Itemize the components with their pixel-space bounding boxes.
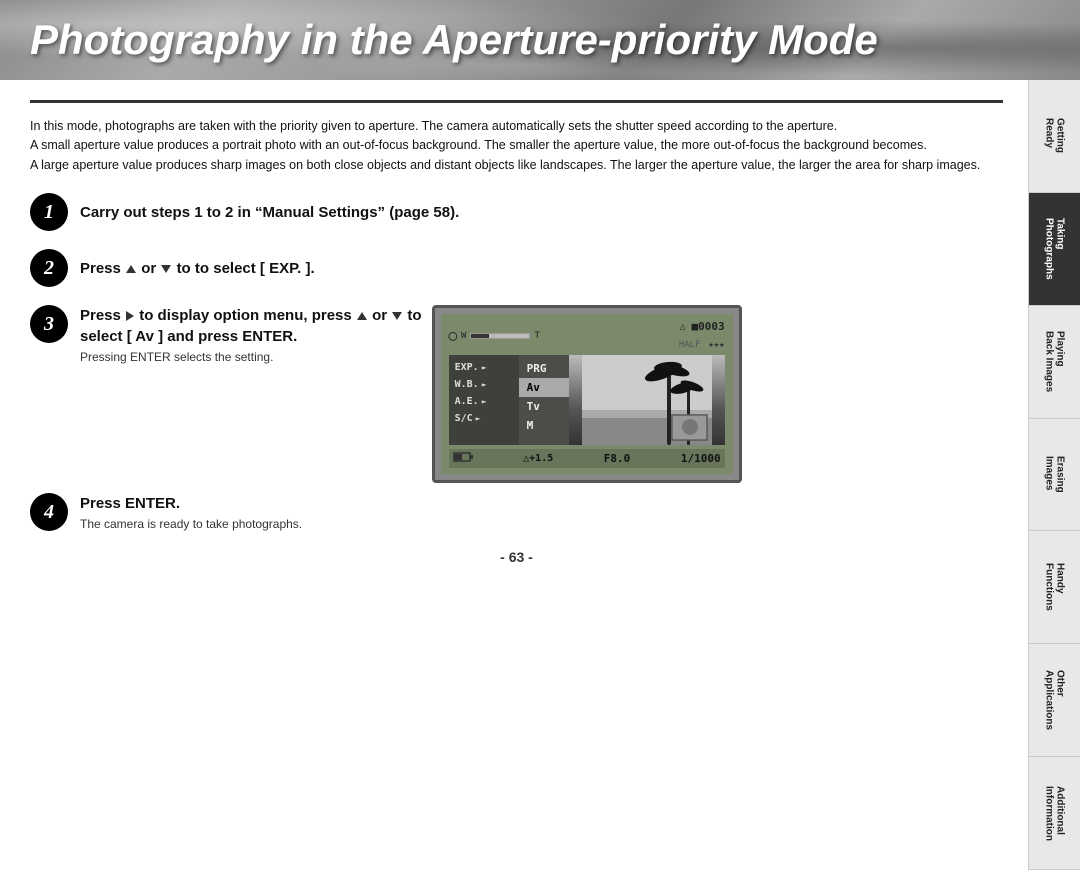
lcd-photo-area [569, 355, 725, 445]
intro-line2: A small aperture value produces a portra… [30, 136, 1003, 155]
title-area: Photography in the Aperture-priority Mod… [0, 0, 1080, 80]
step-2-text: Press or to to select [ EXP. ]. [80, 260, 315, 277]
lcd-top-bar: ◯ W T △ ■0003 [449, 320, 725, 351]
lcd-menu-sc: S/C [455, 413, 473, 424]
lcd-stars: HALF ★★★ [679, 336, 725, 351]
top-border [30, 100, 1003, 103]
lcd-flash-indicator: △ [680, 322, 685, 332]
lcd-menu-col1: EXP. ► W.B. ► A.E. ► [449, 355, 519, 445]
step-2-press: Press [80, 260, 121, 277]
lcd-menu-wb-arrow: ► [482, 380, 487, 389]
sidebar-tab-playing-back-label: PlayingBack Images [1044, 331, 1066, 392]
lcd-aperture: F8.0 [604, 452, 631, 465]
lcd-screen: ◯ W T △ ■0003 [441, 314, 733, 474]
step-1: 1 Carry out steps 1 to 2 in “Manual Sett… [30, 193, 1003, 231]
step-1-number: 1 [30, 193, 68, 231]
step-1-content: Carry out steps 1 to 2 in “Manual Settin… [80, 202, 1003, 223]
sidebar-tab-playing-back[interactable]: PlayingBack Images [1029, 306, 1080, 419]
step-2-to: to [177, 260, 191, 277]
sidebar-tab-handy[interactable]: HandyFunctions [1029, 531, 1080, 644]
step-4: 4 Press ENTER. The camera is ready to ta… [30, 493, 1003, 531]
lcd-camera-icon: ◯ [449, 328, 457, 344]
page-title: Photography in the Aperture-priority Mod… [30, 16, 878, 64]
step-3-left: 3 Press to display option menu, press or… [30, 305, 422, 364]
lcd-ev-value: △+1.5 [523, 453, 553, 464]
lcd-opt-av: Av [519, 378, 569, 397]
step-4-number: 4 [30, 493, 68, 531]
lcd-bottom-bar: △+1.5 F8.0 1/1000 [449, 449, 725, 468]
step-2-content: Press or to to select [ EXP. ]. [80, 258, 1003, 279]
step-3-arrow-up [357, 312, 367, 320]
lcd-zoom-track [470, 333, 530, 339]
lcd-shot-count: ■0003 [691, 320, 724, 333]
step-3-number: 3 [30, 305, 68, 343]
step-1-text: Carry out steps 1 to 2 in “Manual Settin… [80, 204, 459, 221]
lcd-opt-tv: Tv [519, 397, 569, 416]
lcd-shutter: 1/1000 [681, 452, 721, 465]
sidebar-tab-erasing[interactable]: ErasingImages [1029, 419, 1080, 532]
step-2-number: 2 [30, 249, 68, 287]
lcd-star-icons: ★★★ [708, 340, 724, 350]
sidebar-tab-taking-photos[interactable]: TakingPhotographs [1029, 193, 1080, 306]
sidebar-tab-other-label: OtherApplications [1044, 670, 1066, 730]
sidebar-tab-taking-photos-label: TakingPhotographs [1044, 218, 1066, 280]
lcd-opt-prg: PRG [519, 359, 569, 378]
arrow-down-icon [161, 265, 171, 273]
lcd-battery-icon [453, 451, 473, 466]
sidebar-tab-other[interactable]: OtherApplications [1029, 644, 1080, 757]
lcd-menu-row-ae: A.E. ► [449, 393, 519, 410]
step-4-content: Press ENTER. The camera is ready to take… [80, 493, 1003, 531]
step-2-or: or [141, 260, 156, 277]
intro-line3: A large aperture value produces sharp im… [30, 156, 1003, 175]
lcd-zoom-fill [471, 334, 488, 338]
sidebar-tab-additional-label: AdditionalInformation [1044, 786, 1066, 841]
sidebar-tab-additional[interactable]: AdditionalInformation [1029, 757, 1080, 870]
sidebar-tab-erasing-label: ErasingImages [1044, 456, 1066, 493]
lcd-body: EXP. ► W.B. ► A.E. ► [449, 355, 725, 445]
lcd-mode-area: ◯ W T [449, 328, 540, 344]
intro-line1: In this mode, photographs are taken with… [30, 117, 1003, 136]
lcd-menu-row-exp: EXP. ► [449, 359, 519, 376]
step-3-content: Press to display option menu, press or t… [80, 305, 422, 364]
step-3-sub: Pressing ENTER selects the setting. [80, 350, 422, 364]
step-2-suffix: to select [ EXP. ]. [195, 260, 315, 277]
lcd-menu-row-sc: S/C ► [449, 410, 519, 427]
battery-svg [453, 452, 473, 462]
lcd-menu-wb: W.B. [455, 379, 479, 390]
arrow-up-icon [126, 265, 136, 273]
lcd-opt-m: M [519, 416, 569, 435]
step-3-arrow-right [126, 311, 134, 321]
step-3-arrow-down [392, 312, 402, 320]
main-wrapper: In this mode, photographs are taken with… [0, 80, 1080, 870]
intro-text: In this mode, photographs are taken with… [30, 117, 1003, 175]
content-area: In this mode, photographs are taken with… [0, 80, 1028, 870]
lcd-menu-ae: A.E. [455, 396, 479, 407]
lcd-menu-ae-arrow: ► [482, 397, 487, 406]
camera-display: ◯ W T △ ■0003 [432, 305, 742, 483]
step-3-main: Press to display option menu, press or t… [80, 305, 422, 347]
step-2: 2 Press or to to select [ EXP. ]. [30, 249, 1003, 287]
lcd-menu-sc-arrow: ► [476, 414, 481, 423]
lcd-menu-exp-arrow: ► [482, 363, 487, 372]
sidebar-tab-getting-ready[interactable]: GettingReady [1029, 80, 1080, 193]
lcd-top-right: △ ■0003 HALF ★★★ [679, 320, 725, 351]
lcd-menu-row-wb: W.B. ► [449, 376, 519, 393]
step-4-main: Press ENTER. [80, 493, 1003, 514]
sidebar: GettingReady TakingPhotographs PlayingBa… [1028, 80, 1080, 870]
sidebar-tab-handy-label: HandyFunctions [1044, 563, 1066, 611]
page-number: - 63 - [30, 549, 1003, 565]
sidebar-tab-getting-ready-label: GettingReady [1044, 118, 1066, 153]
step-4-sub: The camera is ready to take photographs. [80, 517, 1003, 531]
lcd-right-row: △ ■0003 [680, 320, 725, 333]
palm-svg [569, 355, 725, 445]
lcd-menu-options: PRG Av Tv M [519, 355, 569, 445]
step-3-wrapper: 3 Press to display option menu, press or… [30, 305, 1003, 483]
lcd-zoom-w: W [461, 331, 466, 341]
lcd-half-label: HALF [679, 340, 701, 350]
lcd-menu-exp: EXP. [455, 362, 479, 373]
lcd-zoom-t: T [534, 331, 539, 341]
